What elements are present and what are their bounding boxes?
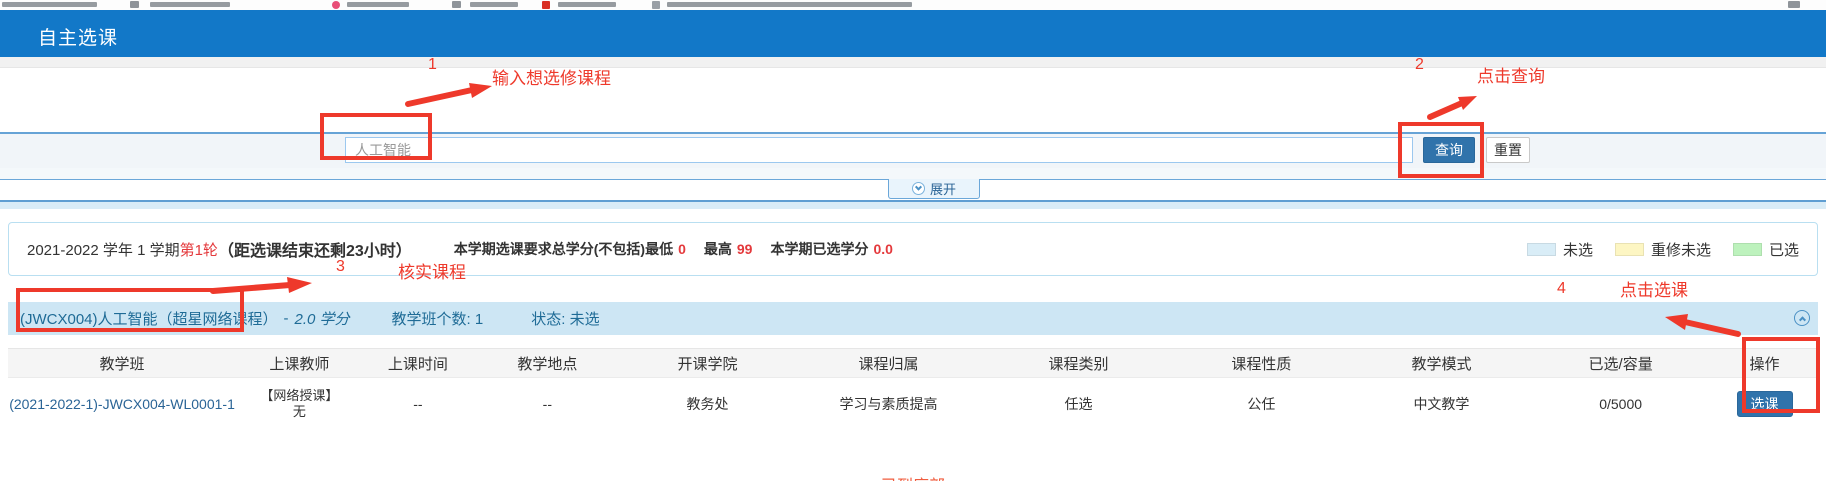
annotation-step2-text: 点击查询 [1477, 62, 1545, 87]
col-header-place: 教学地点 [473, 353, 621, 374]
credits-selected-label: 本学期已选学分 [770, 239, 868, 259]
col-header-category: 课程类别 [984, 353, 1174, 374]
bookmark-folder-icon[interactable] [1788, 1, 1800, 8]
legend-swatch-selected [1733, 243, 1762, 256]
annotation-step3-text: 核实课程 [398, 258, 466, 283]
page: 自主选课 查询 重置 展开 2021-2022 学年 1 学期 第1轮 （距选课… [0, 0, 1826, 481]
course-class-count: 教学班个数: 1 [392, 308, 484, 329]
annotation-step4-text: 点击选课 [1620, 276, 1688, 301]
class-category: 任选 [984, 394, 1174, 414]
bookmark-item[interactable] [558, 2, 616, 7]
bookmark-red-square-icon[interactable] [542, 1, 550, 9]
annotation-rect-query [1398, 122, 1484, 178]
selection-round: 第1轮 [180, 239, 218, 260]
col-header-teacher: 上课教师 [236, 353, 363, 374]
header-substrip [0, 57, 1826, 68]
expand-toggle-label: 展开 [930, 179, 956, 198]
teacher-tag: 【网络授课】 [236, 388, 363, 404]
semester-term: 2021-2022 学年 1 学期 [27, 239, 180, 260]
legend-item-retake-unselected: 重修未选 [1615, 239, 1711, 260]
semester-info-panel: 2021-2022 学年 1 学期 第1轮 （距选课结束还剩23小时） 本学期选… [8, 222, 1818, 276]
annotation-arrow-2 [1430, 96, 1477, 117]
annotation-step3-number: 3 [336, 258, 345, 276]
teacher-name: 无 [236, 404, 363, 420]
credits-max-value: 99 [737, 241, 753, 257]
credits-rule-label: 本学期选课要求总学分(不包括)最低 [454, 239, 673, 259]
bookmark-item[interactable] [347, 2, 409, 7]
course-status: 状态: 未选 [531, 308, 599, 329]
credits-min-value: 0 [678, 241, 686, 257]
bookmark-item[interactable] [2, 2, 97, 7]
search-panel-bottom-band [0, 168, 1826, 179]
divider-strip [0, 202, 1826, 209]
annotation-step2-number: 2 [1415, 56, 1424, 74]
app-header: 自主选课 [0, 10, 1826, 57]
bookmark-folder-icon[interactable] [130, 1, 139, 8]
legend-label: 已选 [1769, 239, 1799, 260]
table-row: (2021-2022-1)-JWCX004-WL0001-1 【网络授课】 无 … [8, 378, 1818, 430]
search-panel: 查询 重置 [0, 134, 1826, 170]
course-search-input[interactable] [345, 137, 1413, 163]
col-header-nature: 课程性质 [1174, 353, 1350, 374]
bottom-hint-text: 已到底部 [0, 472, 1826, 481]
annotation-rect-input [320, 113, 432, 160]
annotation-rect-action [1742, 337, 1820, 413]
page-title: 自主选课 [38, 23, 118, 50]
legend-item-selected: 已选 [1733, 239, 1799, 260]
class-nature: 公任 [1174, 394, 1350, 414]
class-capacity: 0/5000 [1534, 396, 1708, 412]
status-legend: 未选 重修未选 已选 [1527, 239, 1799, 260]
course-group-bar[interactable]: (JWCX004)人工智能（超星网络课程） - 2.0 学分 教学班个数: 1 … [8, 302, 1818, 335]
browser-bookmarks-bar [0, 0, 1826, 10]
legend-item-unselected: 未选 [1527, 239, 1593, 260]
col-header-college: 开课学院 [622, 353, 794, 374]
class-college: 教务处 [622, 394, 794, 414]
legend-label: 未选 [1563, 239, 1593, 260]
annotation-arrow-1 [408, 83, 492, 104]
course-table-header: 教学班 上课教师 上课时间 教学地点 开课学院 课程归属 课程类别 课程性质 教… [8, 348, 1818, 378]
teaching-class-link[interactable]: (2021-2022-1)-JWCX004-WL0001-1 [9, 396, 235, 412]
reset-button[interactable]: 重置 [1486, 137, 1530, 163]
class-belong: 学习与素质提高 [793, 394, 983, 414]
class-place: -- [473, 396, 621, 412]
annotation-step4-number: 4 [1557, 280, 1566, 298]
annotation-rect-course [16, 288, 244, 332]
annotation-step1-text: 输入想选修课程 [492, 64, 611, 89]
credits-selected-value: 0.0 [873, 241, 892, 257]
col-header-belong: 课程归属 [793, 353, 983, 374]
class-time: -- [363, 396, 473, 412]
bookmark-item[interactable] [470, 2, 518, 7]
legend-label: 重修未选 [1651, 239, 1711, 260]
legend-swatch-retake [1615, 243, 1644, 256]
chevron-down-circle-icon [912, 182, 925, 195]
bookmark-folder-icon[interactable] [452, 1, 461, 8]
collapse-toggle-icon[interactable] [1794, 310, 1810, 326]
selection-countdown: （距选课结束还剩23小时） [218, 237, 412, 261]
bookmark-pink-dot-icon[interactable] [332, 1, 340, 9]
col-header-mode: 教学模式 [1349, 353, 1534, 374]
class-mode: 中文教学 [1349, 394, 1534, 414]
col-header-class: 教学班 [8, 353, 236, 374]
legend-swatch-unselected [1527, 243, 1556, 256]
col-header-capacity: 已选/容量 [1534, 353, 1708, 374]
bookmark-gray-square-icon[interactable] [652, 1, 660, 9]
expand-toggle-tab[interactable]: 展开 [888, 179, 980, 199]
col-header-time: 上课时间 [363, 353, 473, 374]
course-credits: 2.0 学分 [295, 308, 350, 329]
credits-max-label: 最高 [704, 239, 732, 259]
annotation-step1-number: 1 [428, 56, 437, 74]
teacher-cell: 【网络授课】 无 [236, 388, 363, 420]
course-title-dash: - [284, 310, 289, 327]
bookmark-item[interactable] [150, 2, 230, 7]
bookmark-item[interactable] [667, 2, 912, 7]
